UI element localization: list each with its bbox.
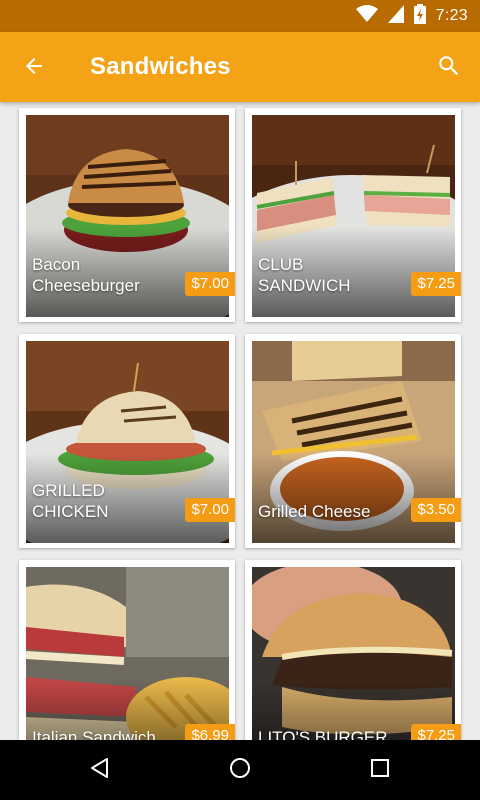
sandwich-grid: Bacon Cheeseburger $7.00 CLUB SANDWICH $… bbox=[0, 102, 480, 740]
price-badge: $7.00 bbox=[185, 272, 235, 296]
status-time: 7:23 bbox=[435, 7, 468, 24]
menu-item-card[interactable]: CLUB SANDWICH $7.25 bbox=[245, 108, 461, 322]
item-name: LITO'S BURGER bbox=[258, 728, 388, 740]
battery-charging-icon bbox=[413, 3, 426, 29]
system-nav-bar bbox=[0, 740, 480, 800]
item-name: Italian Sandwich bbox=[32, 728, 156, 740]
item-name: CLUB SANDWICH bbox=[258, 255, 351, 295]
back-button[interactable] bbox=[18, 52, 50, 84]
app-bar: Sandwiches bbox=[0, 32, 480, 102]
cell-signal-icon bbox=[387, 4, 404, 28]
status-bar: 7:23 bbox=[0, 0, 480, 32]
nav-back-icon bbox=[88, 756, 112, 785]
nav-recents-button[interactable] bbox=[360, 750, 400, 790]
arrow-back-icon bbox=[22, 54, 46, 83]
price-badge: $6.99 bbox=[185, 724, 235, 740]
price-badge: $7.00 bbox=[185, 498, 235, 522]
item-name: Bacon Cheeseburger bbox=[32, 255, 140, 295]
page-title: Sandwiches bbox=[90, 53, 231, 80]
nav-home-button[interactable] bbox=[220, 750, 260, 790]
status-icons: 7:23 bbox=[355, 3, 468, 29]
price-badge: $7.25 bbox=[411, 724, 461, 740]
menu-item-card[interactable]: GRILLED CHICKEN $7.00 bbox=[19, 334, 235, 548]
menu-item-card[interactable]: Grilled Cheese $3.50 bbox=[245, 334, 461, 548]
menu-item-card[interactable]: LITO'S BURGER $7.25 bbox=[245, 560, 461, 740]
nav-home-icon bbox=[228, 756, 252, 785]
price-badge: $7.25 bbox=[411, 272, 461, 296]
item-name: GRILLED CHICKEN bbox=[32, 481, 109, 521]
search-icon bbox=[436, 53, 462, 84]
search-button[interactable] bbox=[432, 51, 466, 85]
price-badge: $3.50 bbox=[411, 498, 461, 522]
nav-back-button[interactable] bbox=[80, 750, 120, 790]
nav-recents-icon bbox=[368, 756, 392, 785]
item-name: Grilled Cheese bbox=[258, 502, 371, 521]
wifi-icon bbox=[355, 4, 378, 28]
food-photo bbox=[252, 567, 455, 740]
food-photo bbox=[26, 567, 229, 740]
menu-item-card[interactable]: Italian Sandwich $6.99 bbox=[19, 560, 235, 740]
menu-item-card[interactable]: Bacon Cheeseburger $7.00 bbox=[19, 108, 235, 322]
